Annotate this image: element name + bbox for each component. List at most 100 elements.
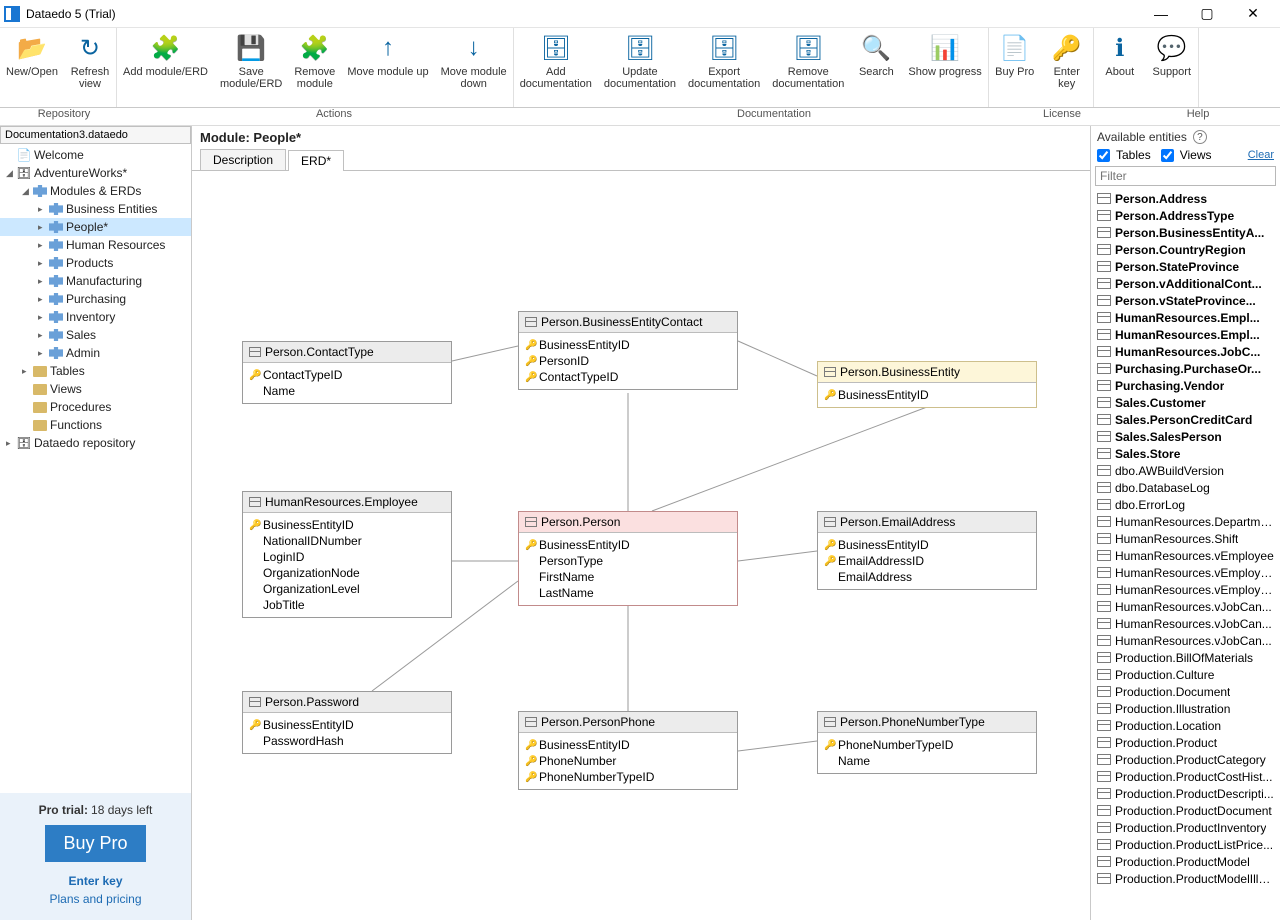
entity-list-item[interactable]: dbo.AWBuildVersion — [1091, 462, 1280, 479]
entity-list-item[interactable]: Purchasing.Vendor — [1091, 377, 1280, 394]
entity-list-item[interactable]: Sales.Customer — [1091, 394, 1280, 411]
entity-list-item[interactable]: Production.ProductCostHist... — [1091, 768, 1280, 785]
tree-node[interactable]: ▸Manufacturing — [0, 272, 191, 290]
tree-node[interactable]: ▸Business Entities — [0, 200, 191, 218]
ribbon-update-documentation[interactable]: 🗄Update documentation — [598, 28, 682, 107]
ribbon-move-module-up[interactable]: ↑Move module up — [341, 28, 434, 107]
entity-list-item[interactable]: dbo.DatabaseLog — [1091, 479, 1280, 496]
entity-list-item[interactable]: Production.ProductListPrice... — [1091, 836, 1280, 853]
tables-checkbox[interactable] — [1097, 149, 1110, 162]
entity-list-item[interactable]: Production.Illustration — [1091, 700, 1280, 717]
entity-emp[interactable]: HumanResources.Employee🔑BusinessEntityID… — [242, 491, 452, 618]
entity-header[interactable]: Person.BusinessEntity — [818, 362, 1036, 383]
entity-list-item[interactable]: Production.ProductCategory — [1091, 751, 1280, 768]
ribbon-show-progress[interactable]: 📊Show progress — [902, 28, 987, 107]
entity-list-item[interactable]: HumanResources.Empl... — [1091, 309, 1280, 326]
tree-node[interactable]: Views — [0, 380, 191, 398]
entity-list-item[interactable]: HumanResources.vEmploye... — [1091, 581, 1280, 598]
entity-header[interactable]: Person.ContactType — [243, 342, 451, 363]
erd-canvas[interactable]: Person.ContactType🔑ContactTypeIDNamePers… — [192, 171, 1090, 920]
tree[interactable]: 📄Welcome◢🗄AdventureWorks*◢Modules & ERDs… — [0, 144, 191, 793]
tree-node[interactable]: 📄Welcome — [0, 146, 191, 164]
ribbon-about[interactable]: ℹAbout — [1094, 28, 1146, 107]
entity-phone[interactable]: Person.PersonPhone🔑BusinessEntityID🔑Phon… — [518, 711, 738, 790]
ribbon-remove-documentation[interactable]: 🗄Remove documentation — [766, 28, 850, 107]
entity-list-item[interactable]: dbo.ErrorLog — [1091, 496, 1280, 513]
tree-node[interactable]: Procedures — [0, 398, 191, 416]
ribbon-add-documentation[interactable]: 🗄Add documentation — [514, 28, 598, 107]
entity-list-item[interactable]: HumanResources.Department — [1091, 513, 1280, 530]
buy-pro-button[interactable]: Buy Pro — [45, 825, 145, 862]
ribbon-support[interactable]: 💬Support — [1146, 28, 1198, 107]
tree-node[interactable]: ▸Human Resources — [0, 236, 191, 254]
tree-node[interactable]: ▸Admin — [0, 344, 191, 362]
entity-list-item[interactable]: HumanResources.vJobCan... — [1091, 615, 1280, 632]
entity-list-item[interactable]: Person.vAdditionalCont... — [1091, 275, 1280, 292]
ribbon-export-documentation[interactable]: 🗄Export documentation — [682, 28, 766, 107]
entity-list-item[interactable]: Person.vStateProvince... — [1091, 292, 1280, 309]
entity-header[interactable]: Person.PersonPhone — [519, 712, 737, 733]
entity-header[interactable]: Person.PhoneNumberType — [818, 712, 1036, 733]
entity-list-item[interactable]: Production.ProductDescripti... — [1091, 785, 1280, 802]
tree-node[interactable]: ▸Products — [0, 254, 191, 272]
ribbon-move-module-down[interactable]: ↓Move module down — [435, 28, 513, 107]
tree-node[interactable]: ▸Tables — [0, 362, 191, 380]
entity-list[interactable]: Person.AddressPerson.AddressTypePerson.B… — [1091, 190, 1280, 920]
entity-list-item[interactable]: HumanResources.vEmployee — [1091, 547, 1280, 564]
ribbon-save-module-erd[interactable]: 💾Save module/ERD — [214, 28, 288, 107]
entity-bec[interactable]: Person.BusinessEntityContact🔑BusinessEnt… — [518, 311, 738, 390]
entity-list-item[interactable]: Person.StateProvince — [1091, 258, 1280, 275]
entity-list-item[interactable]: Person.AddressType — [1091, 207, 1280, 224]
entity-person[interactable]: Person.Person🔑BusinessEntityIDPersonType… — [518, 511, 738, 606]
plans-link[interactable]: Plans and pricing — [10, 892, 181, 906]
entity-header[interactable]: Person.Password — [243, 692, 451, 713]
tree-node[interactable]: Functions — [0, 416, 191, 434]
entity-list-item[interactable]: Person.BusinessEntityA... — [1091, 224, 1280, 241]
entity-ptype[interactable]: Person.PhoneNumberType🔑PhoneNumberTypeID… — [817, 711, 1037, 774]
minimize-button[interactable]: — — [1138, 0, 1184, 28]
tree-node[interactable]: ▸Sales — [0, 326, 191, 344]
ribbon-refresh-view[interactable]: ↻Refresh view — [64, 28, 116, 107]
entity-list-item[interactable]: Production.BillOfMaterials — [1091, 649, 1280, 666]
entity-list-item[interactable]: Production.Location — [1091, 717, 1280, 734]
tree-node[interactable]: ◢Modules & ERDs — [0, 182, 191, 200]
entity-list-item[interactable]: Person.Address — [1091, 190, 1280, 207]
tab-erd[interactable]: ERD* — [288, 150, 344, 171]
entity-email[interactable]: Person.EmailAddress🔑BusinessEntityID🔑Ema… — [817, 511, 1037, 590]
filter-input[interactable] — [1095, 166, 1276, 186]
entity-list-item[interactable]: Production.ProductDocument — [1091, 802, 1280, 819]
entity-list-item[interactable]: Production.ProductInventory — [1091, 819, 1280, 836]
ribbon-enter-key[interactable]: 🔑Enter key — [1041, 28, 1093, 107]
entity-list-item[interactable]: HumanResources.JobC... — [1091, 343, 1280, 360]
tree-node[interactable]: ▸Purchasing — [0, 290, 191, 308]
entity-list-item[interactable]: Production.Document — [1091, 683, 1280, 700]
entity-list-item[interactable]: Production.Product — [1091, 734, 1280, 751]
entity-ctype[interactable]: Person.ContactType🔑ContactTypeIDName — [242, 341, 452, 404]
entity-list-item[interactable]: HumanResources.vEmploye... — [1091, 564, 1280, 581]
ribbon-remove-module[interactable]: 🧩Remove module — [288, 28, 341, 107]
entity-list-item[interactable]: HumanResources.Empl... — [1091, 326, 1280, 343]
entity-list-item[interactable]: Sales.PersonCreditCard — [1091, 411, 1280, 428]
entity-header[interactable]: HumanResources.Employee — [243, 492, 451, 513]
entity-list-item[interactable]: Sales.SalesPerson — [1091, 428, 1280, 445]
enter-key-link[interactable]: Enter key — [10, 874, 181, 888]
entity-header[interactable]: Person.EmailAddress — [818, 512, 1036, 533]
ribbon-buy-pro[interactable]: 📄Buy Pro — [989, 28, 1041, 107]
close-button[interactable]: ✕ — [1230, 0, 1276, 28]
entity-list-item[interactable]: Production.ProductModel — [1091, 853, 1280, 870]
clear-link[interactable]: Clear — [1248, 149, 1274, 161]
entity-list-item[interactable]: Purchasing.PurchaseOr... — [1091, 360, 1280, 377]
entity-be[interactable]: Person.BusinessEntity🔑BusinessEntityID — [817, 361, 1037, 408]
ribbon-new-open[interactable]: 📂New/Open — [0, 28, 64, 107]
views-checkbox[interactable] — [1161, 149, 1174, 162]
entity-list-item[interactable]: HumanResources.vJobCan... — [1091, 598, 1280, 615]
entity-pwd[interactable]: Person.Password🔑BusinessEntityIDPassword… — [242, 691, 452, 754]
tree-node[interactable]: ▸People* — [0, 218, 191, 236]
entity-list-item[interactable]: Production.ProductModelIllu... — [1091, 870, 1280, 887]
tab-description[interactable]: Description — [200, 149, 286, 170]
tree-node[interactable]: ◢🗄AdventureWorks* — [0, 164, 191, 182]
entity-header[interactable]: Person.Person — [519, 512, 737, 533]
entity-list-item[interactable]: HumanResources.Shift — [1091, 530, 1280, 547]
tree-node[interactable]: ▸🗄Dataedo repository — [0, 434, 191, 452]
entity-list-item[interactable]: Person.CountryRegion — [1091, 241, 1280, 258]
